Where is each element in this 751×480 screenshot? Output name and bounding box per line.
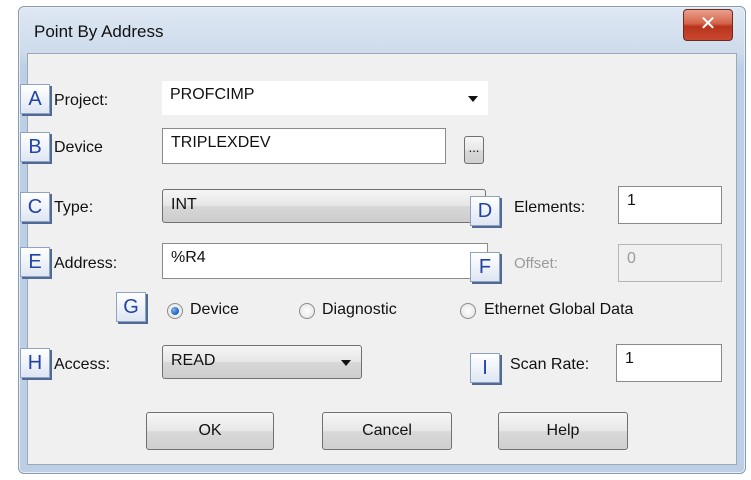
close-button[interactable]: ✕: [683, 9, 733, 41]
ok-button[interactable]: OK: [146, 412, 274, 450]
radio-ethernet-global-data[interactable]: [460, 303, 476, 319]
callout-badge-e: E: [20, 247, 50, 277]
project-label: Project:: [54, 92, 109, 109]
callout-badge-c: C: [20, 192, 50, 222]
access-value: READ: [171, 352, 216, 369]
access-label: Access:: [54, 356, 111, 373]
radio-diagnostic[interactable]: [299, 303, 315, 319]
callout-badge-b: B: [20, 132, 50, 162]
access-dropdown[interactable]: READ: [162, 345, 362, 379]
chevron-down-icon[interactable]: [468, 96, 478, 102]
scan-rate-field[interactable]: 1: [616, 344, 722, 382]
offset-field: 0: [618, 244, 722, 282]
callout-badge-f: F: [470, 252, 500, 282]
close-icon: ✕: [699, 11, 717, 35]
chevron-down-icon[interactable]: [341, 360, 351, 366]
title-bar[interactable]: Point By Address ✕: [19, 7, 745, 51]
dialog-title: Point By Address: [34, 22, 164, 41]
callout-badge-g: G: [116, 292, 146, 322]
type-dropdown[interactable]: INT: [162, 189, 486, 223]
type-label: Type:: [54, 199, 94, 216]
callout-badge-h: H: [20, 348, 50, 378]
device-label: Device: [54, 139, 103, 156]
dialog-client-area: A Project: PROFCIMP B Device TRIPLEXDEV …: [20, 53, 737, 465]
callout-badge-d: D: [470, 196, 500, 226]
radio-ethernet-global-data-label[interactable]: Ethernet Global Data: [484, 301, 633, 319]
radio-device-label[interactable]: Device: [190, 301, 239, 319]
radio-diagnostic-label[interactable]: Diagnostic: [322, 301, 397, 319]
offset-label: Offset:: [514, 255, 558, 272]
scan-rate-label: Scan Rate:: [510, 356, 590, 373]
address-field[interactable]: %R4: [162, 243, 488, 279]
address-label: Address:: [54, 255, 118, 272]
elements-label: Elements:: [514, 199, 586, 216]
type-value: INT: [171, 196, 197, 213]
callout-badge-a: A: [20, 84, 50, 114]
project-dropdown[interactable]: PROFCIMP: [162, 81, 488, 115]
radio-device[interactable]: [167, 303, 183, 319]
cancel-button[interactable]: Cancel: [322, 412, 452, 450]
elements-field[interactable]: 1: [618, 186, 722, 224]
device-browse-button[interactable]: ...: [464, 136, 484, 164]
help-button[interactable]: Help: [498, 412, 628, 450]
device-field[interactable]: TRIPLEXDEV: [162, 128, 446, 164]
project-value: PROFCIMP: [170, 86, 255, 103]
callout-badge-i: I: [470, 353, 500, 383]
point-by-address-dialog: Point By Address ✕ A Project: PROFCIMP B…: [18, 6, 746, 474]
